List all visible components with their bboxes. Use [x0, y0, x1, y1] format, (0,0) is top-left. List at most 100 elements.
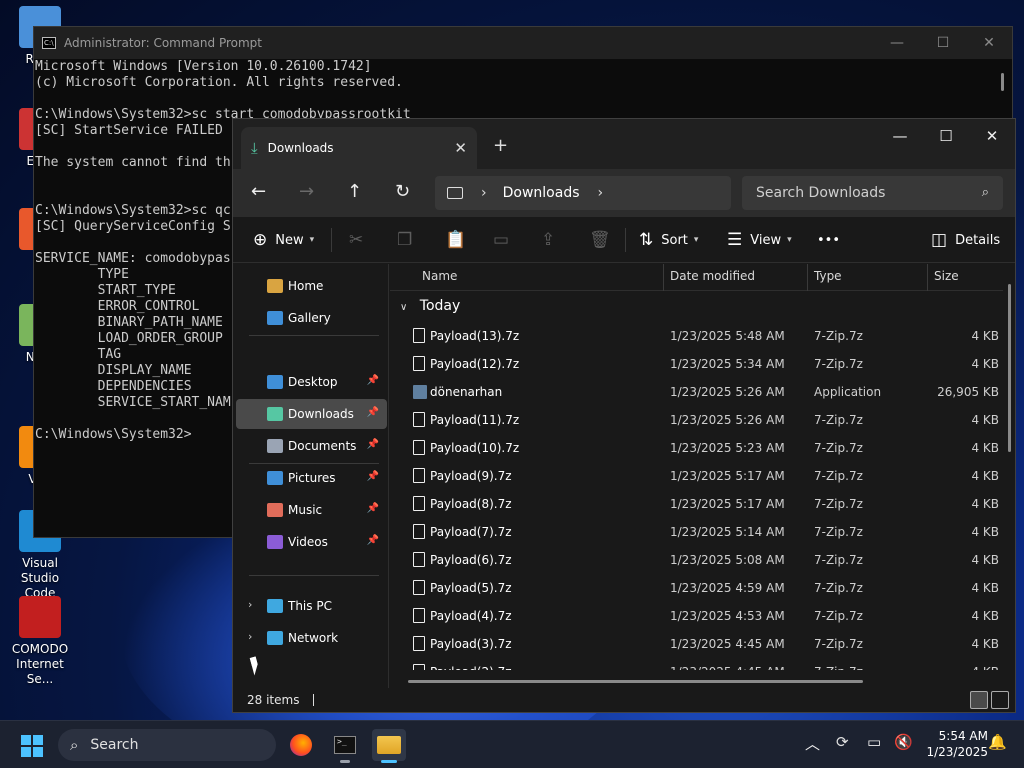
delete-icon[interactable]: 🗑 [589, 217, 611, 263]
sidebar-item-gallery[interactable]: Gallery [236, 303, 387, 333]
cmd-scrollbar[interactable] [1001, 73, 1004, 91]
file-row[interactable]: Payload(8).7z 1/23/2025 5:17 AM 7-Zip.7z 4 … [390, 490, 1003, 518]
new-tab-button[interactable]: + [493, 135, 508, 156]
sidebar-item-label: Desktop [288, 375, 338, 389]
sidebar-item-home[interactable]: Home [236, 271, 387, 301]
firefox-taskbar-button[interactable] [284, 729, 318, 761]
terminal-taskbar-button[interactable]: >_ [328, 729, 362, 763]
sidebar-item-this-pc[interactable]: › This PC [236, 591, 387, 621]
forward-arrow-icon[interactable]: → [299, 181, 314, 202]
chevron-right-icon[interactable]: › [248, 630, 252, 643]
file-date: 1/23/2025 5:48 AM [670, 329, 785, 343]
sidebar-item-music[interactable]: Music 📌 [236, 495, 387, 525]
file-row[interactable]: Payload(4).7z 1/23/2025 4:53 AM 7-Zip.7z 4 … [390, 602, 1003, 630]
file-row[interactable]: Payload(7).7z 1/23/2025 5:14 AM 7-Zip.7z 4 … [390, 518, 1003, 546]
share-icon[interactable]: ⇪ [541, 217, 555, 263]
file-size: 4 KB [971, 609, 999, 623]
file-icon [413, 328, 425, 343]
chevron-right-icon[interactable]: › [248, 598, 252, 611]
sidebar-item-downloads[interactable]: Downloads 📌 [236, 399, 387, 429]
tab-downloads[interactable]: ⤓ Downloads ✕ [241, 127, 477, 169]
show-hidden-icons-chevron-icon[interactable]: ︿ [805, 733, 820, 754]
file-icon [413, 468, 425, 483]
taskbar-search[interactable]: ⌕ Search [58, 729, 276, 761]
vertical-scrollbar[interactable] [1008, 284, 1011, 452]
column-header-size[interactable]: Size [934, 269, 959, 283]
breadcrumb-downloads[interactable]: Downloads [503, 185, 580, 201]
volume-muted-icon[interactable]: 🔇 [894, 733, 913, 751]
rename-icon[interactable]: ▭ [493, 217, 509, 263]
column-separator[interactable] [927, 264, 928, 291]
notifications-bell-icon[interactable]: 🔔 [988, 733, 1007, 751]
sync-alert-icon[interactable]: ⟳ [836, 733, 849, 751]
column-separator[interactable] [663, 264, 664, 291]
column-header-type[interactable]: Type [814, 269, 842, 283]
file-row[interactable]: Payload(10).7z 1/23/2025 5:23 AM 7-Zip.7z 4… [390, 434, 1003, 462]
view-button[interactable]: ☰ View ▾ [727, 217, 792, 263]
new-label: New [275, 232, 304, 248]
cmd-close-button[interactable]: ✕ [966, 27, 1012, 59]
tiles-view-toggle[interactable] [991, 691, 1009, 709]
file-explorer-window[interactable]: ⤓ Downloads ✕ + — ☐ ✕ ← → ↑ ↻ › Download… [232, 118, 1016, 713]
sidebar-item-documents[interactable]: Documents 📌 [236, 431, 387, 461]
column-separator[interactable] [807, 264, 808, 291]
view-label: View [750, 232, 782, 248]
sidebar-item-videos[interactable]: Videos 📌 [236, 527, 387, 557]
cut-icon[interactable]: ✂ [349, 217, 363, 263]
explorer-maximize-button[interactable]: ☐ [923, 119, 969, 153]
chevron-right-icon[interactable]: › [481, 185, 487, 201]
column-header-name[interactable]: Name [422, 269, 457, 283]
start-button[interactable] [21, 735, 43, 757]
cmd-titlebar[interactable]: C:\ Administrator: Command Prompt [34, 27, 1012, 59]
cmd-minimize-button[interactable]: — [874, 27, 920, 59]
file-row[interactable]: Payload(12).7z 1/23/2025 5:34 AM 7-Zip.7z 4… [390, 350, 1003, 378]
column-header-date[interactable]: Date modified [670, 269, 755, 283]
file-explorer-taskbar-button[interactable] [372, 729, 406, 763]
file-row[interactable]: Payload(13).7z 1/23/2025 5:48 AM 7-Zip.7z 4… [390, 322, 1003, 350]
refresh-icon[interactable]: ↻ [395, 181, 410, 202]
search-input[interactable]: Search Downloads ⌕ [742, 176, 1003, 210]
paste-icon[interactable]: 📋 [445, 217, 466, 263]
file-date: 1/23/2025 5:17 AM [670, 469, 785, 483]
sidebar-item-network[interactable]: › Network [236, 623, 387, 653]
file-date: 1/23/2025 4:45 AM [670, 637, 785, 651]
folder-icon [267, 599, 283, 613]
tab-close-icon[interactable]: ✕ [454, 139, 467, 157]
horizontal-scrollbar[interactable] [408, 680, 863, 683]
chevron-down-icon: ∨ [400, 302, 408, 313]
folder-icon [267, 535, 283, 549]
file-row[interactable]: Payload(3).7z 1/23/2025 4:45 AM 7-Zip.7z 4 … [390, 630, 1003, 658]
back-arrow-icon[interactable]: ← [251, 181, 266, 202]
explorer-close-button[interactable]: ✕ [969, 119, 1015, 153]
new-button[interactable]: ⊕ New ▾ [253, 217, 314, 263]
file-row[interactable]: dönenarhan 1/23/2025 5:26 AM Application 26… [390, 378, 1003, 406]
file-date: 1/23/2025 5:14 AM [670, 525, 785, 539]
file-row[interactable]: Payload(5).7z 1/23/2025 4:59 AM 7-Zip.7z 4 … [390, 574, 1003, 602]
copy-icon[interactable]: ❐ [397, 217, 412, 263]
group-header-today[interactable]: ∨ Today [400, 298, 460, 314]
more-options-button[interactable]: ••• [817, 217, 840, 263]
details-pane-button[interactable]: ◫ Details [931, 217, 1000, 263]
file-size: 4 KB [971, 469, 999, 483]
chevron-right-icon[interactable]: › [598, 185, 604, 201]
details-view-toggle[interactable] [970, 691, 988, 709]
folder-icon [267, 279, 283, 293]
navigation-pane[interactable]: Home Gallery Desktop 📌 Downloads 📌 Documents 📌 P… [233, 264, 389, 688]
file-row[interactable]: Payload(11).7z 1/23/2025 5:26 AM 7-Zip.7z 4… [390, 406, 1003, 434]
desktop-icon[interactable]: COMODO Internet Se... [3, 596, 77, 687]
file-list[interactable]: Name Date modified Type Size ∨ Today Pay… [390, 264, 1015, 688]
sidebar-item-pictures[interactable]: Pictures 📌 [236, 463, 387, 493]
address-bar[interactable]: › Downloads › [435, 176, 731, 210]
cmd-maximize-button[interactable]: ☐ [920, 27, 966, 59]
network-icon[interactable]: ▭ [867, 733, 881, 751]
file-row[interactable]: Payload(2).7z 1/23/2025 4:45 AM 7-Zip.7z 4 … [390, 658, 1003, 670]
up-arrow-icon[interactable]: ↑ [347, 181, 362, 202]
file-row[interactable]: Payload(6).7z 1/23/2025 5:08 AM 7-Zip.7z 4 … [390, 546, 1003, 574]
sort-button[interactable]: ⇅ Sort ▾ [639, 217, 698, 263]
file-row[interactable]: Payload(9).7z 1/23/2025 5:17 AM 7-Zip.7z 4 … [390, 462, 1003, 490]
clock[interactable]: 5:54 AM 1/23/2025 [926, 728, 988, 760]
sidebar-item-desktop[interactable]: Desktop 📌 [236, 367, 387, 397]
file-icon [413, 440, 425, 455]
explorer-minimize-button[interactable]: — [877, 119, 923, 153]
desktop-icon-label: COMODO [11, 642, 69, 656]
